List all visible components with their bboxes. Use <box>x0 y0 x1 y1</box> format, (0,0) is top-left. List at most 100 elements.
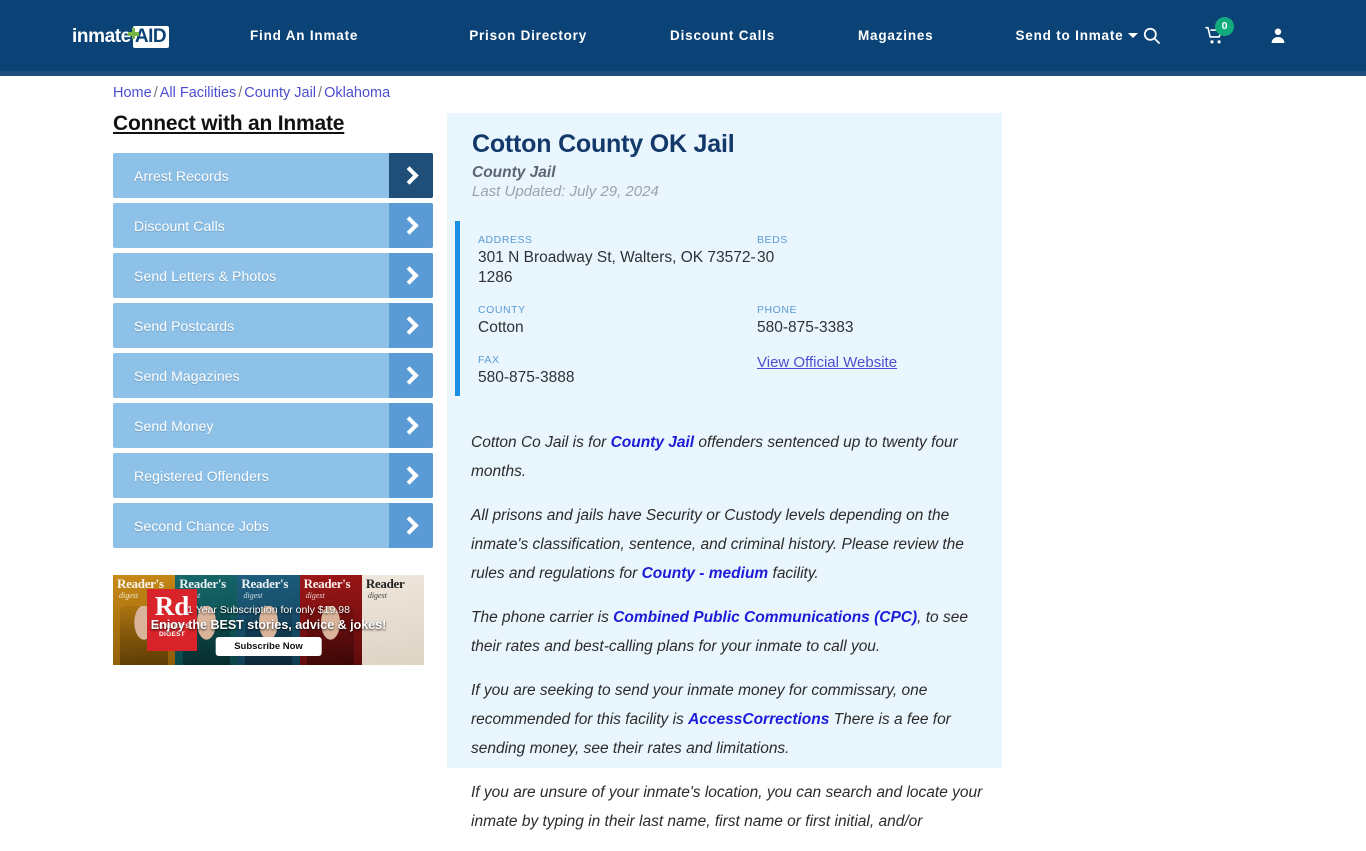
facility-info-block: ADDRESS 301 N Broadway St, Walters, OK 7… <box>447 220 1002 406</box>
field-county: COUNTY Cotton <box>478 304 757 338</box>
breadcrumb-item-county-jail[interactable]: County Jail <box>244 85 316 101</box>
magazine-cover-sub: digest <box>367 591 387 600</box>
chevron-right-icon <box>389 203 433 248</box>
sidebar-item-arrest-records[interactable]: Arrest Records <box>113 153 433 198</box>
sidebar-item-label: Second Chance Jobs <box>134 517 269 534</box>
sidebar-item-label: Registered Offenders <box>134 467 269 484</box>
paragraph-text: If you are unsure of your inmate's locat… <box>471 784 983 830</box>
sidebar: Connect with an Inmate Arrest Records Di… <box>113 112 433 553</box>
facility-card-header: Cotton County OK Jail County Jail Last U… <box>447 113 1002 200</box>
facility-info-grid: ADDRESS 301 N Broadway St, Walters, OK 7… <box>478 234 978 388</box>
magazine-cover-sub: digest <box>119 591 139 600</box>
field-address-value: 301 N Broadway St, Walters, OK 73572-128… <box>478 249 756 286</box>
sidebar-item-label: Arrest Records <box>134 167 229 184</box>
field-phone-label: PHONE <box>757 304 798 316</box>
chevron-right-icon <box>389 353 433 398</box>
paragraph-text: facility. <box>768 565 819 582</box>
sidebar-item-send-letters-photos[interactable]: Send Letters & Photos <box>113 253 433 298</box>
breadcrumb-separator: / <box>318 85 323 101</box>
breadcrumb-item-all-facilities[interactable]: All Facilities <box>160 85 237 101</box>
shopping-cart-icon[interactable]: 0 <box>1204 16 1234 46</box>
logo-word: inmate <box>72 26 131 47</box>
sidebar-item-send-magazines[interactable]: Send Magazines <box>113 353 433 398</box>
highlight-county-jail: County Jail <box>610 434 695 451</box>
chevron-right-icon <box>389 403 433 448</box>
magazine-cover-title: Reader's <box>179 576 226 591</box>
magazine-cover-title: Reader's <box>241 576 289 591</box>
field-fax: FAX 580-875-3888 <box>478 354 757 388</box>
chevron-right-icon <box>389 303 433 348</box>
magazine-cover-sub: digest <box>243 591 263 600</box>
highlight-security-level: County - medium <box>641 565 769 582</box>
chevron-right-icon <box>389 503 433 548</box>
field-county-value: Cotton <box>478 319 524 336</box>
description-paragraph-3: The phone carrier is Combined Public Com… <box>471 603 983 661</box>
facility-last-updated: Last Updated: July 29, 2024 <box>472 183 659 200</box>
description-paragraph-1: Cotton Co Jail is for County Jail offend… <box>471 428 983 486</box>
highlight-money-service: AccessCorrections <box>688 711 830 728</box>
chevron-down-icon <box>1128 33 1139 38</box>
facility-type: County Jail <box>472 164 556 181</box>
field-website: View Official Website <box>757 354 978 388</box>
field-phone: PHONE 580-875-3383 <box>757 304 978 338</box>
header-icon-group: 0 <box>1142 0 1366 71</box>
page-title: Cotton County OK Jail <box>472 130 735 158</box>
green-plus-icon <box>127 28 139 39</box>
breadcrumb-item-oklahoma[interactable]: Oklahoma <box>324 85 390 101</box>
nav-item-send-to-inmate-label: Send to Inmate <box>1015 28 1124 43</box>
ad-subheadline: Enjoy the BEST stories, advice & jokes! <box>150 618 387 632</box>
field-beds-label: BEDS <box>757 234 788 246</box>
sidebar-item-label: Send Postcards <box>134 317 235 334</box>
search-icon[interactable] <box>1142 26 1161 45</box>
facility-description: Cotton Co Jail is for County Jail offend… <box>471 428 983 851</box>
field-beds-value: 30 <box>757 249 775 266</box>
advertisement-banner[interactable]: Reader'sdigest Reader'sdigest Reader'sdi… <box>113 575 424 665</box>
description-paragraph-2: All prisons and jails have Security or C… <box>471 501 983 588</box>
view-official-website-link[interactable]: View Official Website <box>757 354 897 371</box>
magazine-cover-title: Reader's <box>303 576 351 591</box>
breadcrumb-item-home[interactable]: Home <box>113 85 152 101</box>
field-fax-value: 580-875-3888 <box>478 369 575 386</box>
breadcrumb: Home / All Facilities / County Jail / Oklahoma <box>113 85 390 101</box>
breadcrumb-separator: / <box>153 85 158 101</box>
sidebar-item-send-postcards[interactable]: Send Postcards <box>113 303 433 348</box>
description-paragraph-4: If you are seeking to send your inmate m… <box>471 676 983 763</box>
header-bottom-strip <box>0 71 1366 76</box>
ad-subscribe-button[interactable]: Subscribe Now <box>215 637 322 656</box>
nav-item-send-to-inmate[interactable]: Send to Inmate <box>1016 28 1139 43</box>
field-beds: BEDS 30 <box>757 234 978 288</box>
field-fax-label: FAX <box>478 354 500 366</box>
user-account-icon[interactable] <box>1269 26 1287 45</box>
nav-item-prison-directory[interactable]: Prison Directory <box>469 28 587 43</box>
sidebar-item-registered-offenders[interactable]: Registered Offenders <box>113 453 433 498</box>
description-paragraph-5: If you are unsure of your inmate's locat… <box>471 778 983 836</box>
sidebar-item-label: Send Magazines <box>134 367 240 384</box>
cart-count-badge: 0 <box>1215 16 1234 36</box>
nav-item-magazines[interactable]: Magazines <box>858 28 933 43</box>
sidebar-item-label: Send Money <box>134 417 214 434</box>
magazine-cover-sub: digest <box>305 591 325 600</box>
highlight-phone-carrier: Combined Public Communications (CPC) <box>613 609 918 626</box>
breadcrumb-separator: / <box>238 85 243 101</box>
sidebar-item-discount-calls[interactable]: Discount Calls <box>113 203 433 248</box>
chevron-right-icon <box>389 153 433 198</box>
nav-item-discount-calls[interactable]: Discount Calls <box>670 28 775 43</box>
sidebar-item-send-money[interactable]: Send Money <box>113 403 433 448</box>
field-address: ADDRESS 301 N Broadway St, Walters, OK 7… <box>478 234 757 288</box>
field-address-label: ADDRESS <box>478 234 533 246</box>
chevron-right-icon <box>389 253 433 298</box>
main-navigation: Find An Inmate Prison Directory Discount… <box>250 0 1139 71</box>
field-phone-value: 580-875-3383 <box>757 319 854 336</box>
magazine-cover-title: Reader <box>365 576 405 591</box>
field-county-label: COUNTY <box>478 304 526 316</box>
nav-item-find-an-inmate[interactable]: Find An Inmate <box>250 28 358 43</box>
paragraph-text: Cotton Co Jail is for <box>471 434 611 451</box>
sidebar-item-label: Send Letters & Photos <box>134 267 277 284</box>
ad-headline: 1 Year Subscription for only $19.98 <box>187 604 350 616</box>
site-header: inmate AID Find An Inmate Prison Directo… <box>0 0 1366 71</box>
chevron-right-icon <box>389 453 433 498</box>
magazine-cover-title: Reader's <box>117 576 164 591</box>
sidebar-item-second-chance-jobs[interactable]: Second Chance Jobs <box>113 503 433 548</box>
paragraph-text: The phone carrier is <box>471 609 614 626</box>
site-logo[interactable]: inmate AID <box>72 26 170 48</box>
